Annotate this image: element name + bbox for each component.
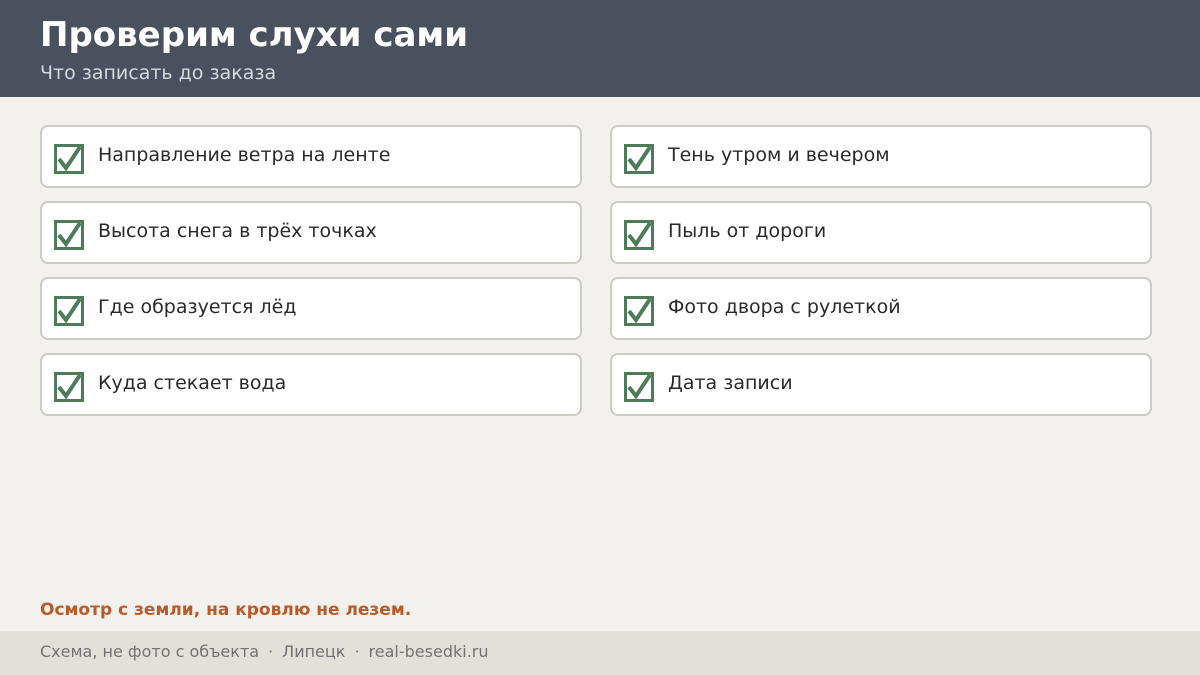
checkbox-checked-icon[interactable] [54, 144, 84, 174]
footer-separator: · [354, 642, 360, 661]
checklist-item-label: Высота снега в трёх точках [98, 220, 377, 242]
header-bar: Проверим слухи сами Что записать до зака… [0, 0, 1200, 97]
checklist-item: Направление ветра на ленте [40, 125, 582, 188]
footer-separator: · [268, 642, 274, 661]
page-subtitle: Что записать до заказа [40, 62, 277, 84]
checkbox-checked-icon[interactable] [624, 220, 654, 250]
checklist-item-label: Пыль от дороги [668, 220, 827, 242]
footer-site-link[interactable]: real-besedki.ru [369, 642, 489, 661]
checklist-item-label: Куда стекает вода [98, 372, 287, 394]
safety-note: Осмотр с земли, на кровлю не лезем. [40, 600, 412, 620]
checklist-item: Тень утром и вечером [610, 125, 1152, 188]
footer-text: Схема, не фото с объекта · Липецк · real-bes… [40, 642, 489, 661]
checkbox-checked-icon[interactable] [624, 144, 654, 174]
checkbox-checked-icon[interactable] [54, 296, 84, 326]
checkbox-checked-icon[interactable] [624, 372, 654, 402]
checkbox-checked-icon[interactable] [624, 296, 654, 326]
checklist-item-label: Тень утром и вечером [668, 144, 890, 166]
checkbox-checked-icon[interactable] [54, 220, 84, 250]
checklist-item-label: Направление ветра на ленте [98, 144, 391, 166]
checklist-item: Где образуется лёд [40, 277, 582, 340]
footer-bar: Схема, не фото с объекта · Липецк · real-bes… [0, 631, 1200, 675]
checklist-item-label: Дата записи [668, 372, 793, 394]
checklist-item: Высота снега в трёх точках [40, 201, 582, 264]
checklist-item-label: Где образуется лёд [98, 296, 297, 318]
footer-city: Липецк [282, 642, 346, 661]
page-title: Проверим слухи сами [40, 15, 469, 55]
checklist-item: Куда стекает вода [40, 353, 582, 416]
checklist-item: Пыль от дороги [610, 201, 1152, 264]
checklist-item-label: Фото двора с рулеткой [668, 296, 901, 318]
checklist-item: Фото двора с рулеткой [610, 277, 1152, 340]
checkbox-checked-icon[interactable] [54, 372, 84, 402]
footer-disclaimer: Схема, не фото с объекта [40, 642, 260, 661]
checklist-item: Дата записи [610, 353, 1152, 416]
